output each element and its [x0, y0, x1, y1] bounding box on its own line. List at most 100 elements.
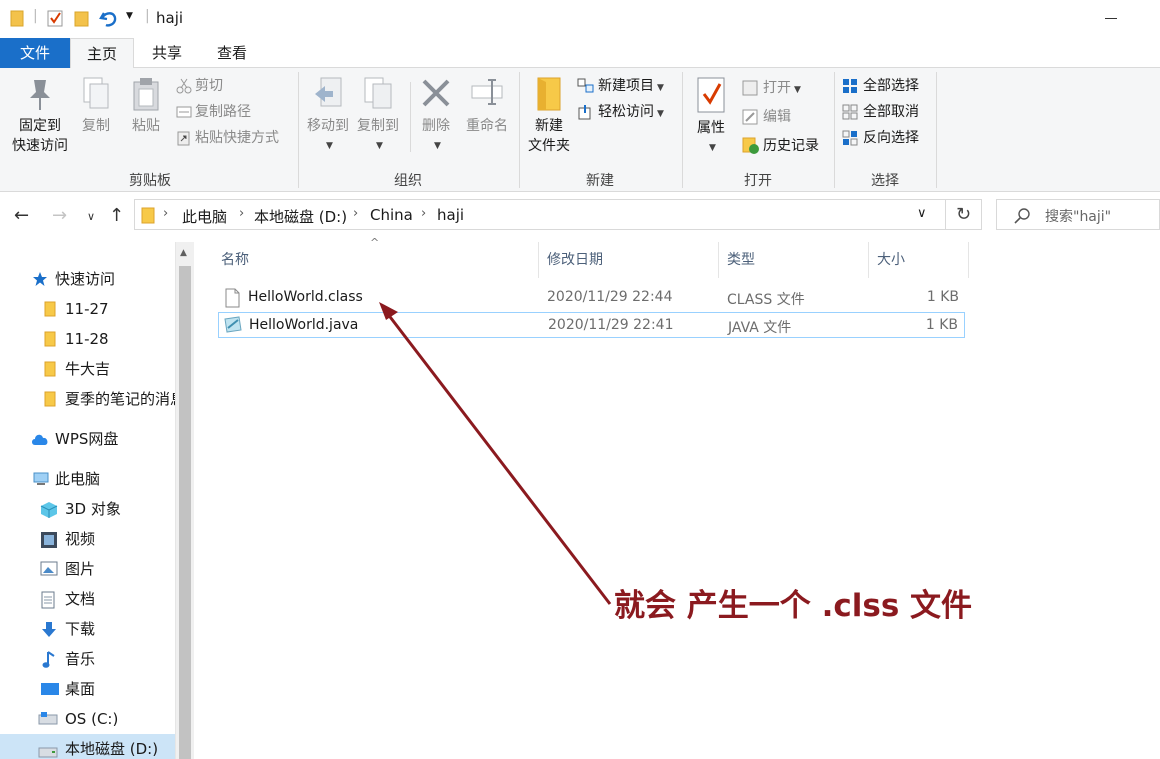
nav-label: 11-27 — [65, 300, 109, 318]
copy-icon — [83, 77, 109, 109]
folder-icon — [44, 331, 56, 347]
breadcrumb-this-pc[interactable]: 此电脑 — [182, 206, 227, 227]
organize-inner-divider — [410, 82, 411, 152]
nav-item-documents[interactable]: 文档 — [0, 584, 175, 614]
breadcrumb-separator-icon: › — [421, 206, 427, 221]
paste-button[interactable]: 粘贴 — [124, 76, 168, 136]
column-header-type[interactable]: 类型 — [719, 242, 869, 278]
nav-item-desktop[interactable]: 桌面 — [0, 674, 175, 704]
nav-label: 音乐 — [65, 650, 96, 668]
file-list: ^ 名称 修改日期 类型 大小 HelloWorld.class 2020/11… — [196, 236, 1160, 759]
breadcrumb-drive-d[interactable]: 本地磁盘 (D:) — [254, 206, 347, 227]
navigation-pane: 快速访问 11-27 11-28 牛大吉 夏季的笔记的消息 WPS网盘 此电脑 … — [0, 242, 194, 759]
paste-label: 粘贴 — [132, 118, 160, 134]
breadcrumb-separator-icon: › — [239, 206, 245, 221]
delete-chevron-icon: ▼ — [434, 141, 441, 151]
file-type: CLASS 文件 — [727, 292, 805, 308]
nav-item-pictures[interactable]: 图片 — [0, 554, 175, 584]
column-header-date[interactable]: 修改日期 — [539, 242, 719, 278]
tab-view[interactable]: 查看 — [200, 38, 264, 68]
undo-icon[interactable] — [98, 9, 120, 29]
properties-label: 属性 — [697, 120, 725, 136]
properties-button[interactable]: 属性 ▼ — [688, 76, 734, 158]
copy-path-button[interactable]: 复制路径 — [176, 101, 251, 123]
open-button[interactable]: 打开 ▼ — [742, 77, 801, 99]
column-header-name[interactable]: 名称 — [213, 242, 539, 278]
open-icon — [742, 80, 758, 96]
paste-clipboard-icon — [133, 78, 159, 111]
rename-icon — [471, 79, 503, 105]
properties-check-icon[interactable] — [46, 9, 64, 27]
nav-item-3d-objects[interactable]: 3D 对象 — [0, 494, 175, 524]
scrollbar-thumb[interactable] — [179, 266, 191, 759]
music-icon — [42, 651, 55, 668]
nav-item-folder[interactable]: 牛大吉 — [0, 354, 175, 384]
column-header-size[interactable]: 大小 — [869, 242, 969, 278]
minimize-button[interactable] — [1105, 18, 1117, 19]
new-item-button[interactable]: 新建项目 ▼ — [577, 75, 664, 97]
recent-locations-chevron-icon[interactable]: ∨ — [87, 210, 95, 223]
rename-button[interactable]: 重命名 — [462, 76, 512, 136]
pin-to-quick-access-button[interactable]: 固定到 快速访问 — [6, 76, 74, 156]
copy-button[interactable]: 复制 — [76, 76, 116, 136]
history-button[interactable]: 历史记录 — [742, 135, 819, 157]
address-bar[interactable]: › 此电脑 › 本地磁盘 (D:) › China › haji ∨ — [134, 199, 946, 230]
nav-label: 3D 对象 — [65, 500, 121, 518]
edit-icon — [742, 109, 758, 125]
address-history-chevron-icon[interactable]: ∨ — [917, 206, 927, 221]
easy-access-button[interactable]: 轻松访问 ▼ — [577, 101, 664, 123]
nav-label: 快速访问 — [55, 270, 116, 288]
ribbon-tabs: 文件 主页 共享 查看 — [0, 38, 1160, 69]
paste-shortcut-button[interactable]: 粘贴快捷方式 — [176, 127, 279, 149]
nav-item-quick-access[interactable]: 快速访问 — [0, 264, 175, 294]
refresh-button[interactable]: ↻ — [946, 199, 982, 230]
copy-path-label: 复制路径 — [195, 104, 251, 120]
qat-customize-chevron-icon[interactable]: ▼ — [126, 11, 133, 21]
new-folder-button[interactable]: 新建 文件夹 — [524, 76, 574, 156]
scroll-up-icon[interactable]: ▲ — [180, 248, 187, 258]
move-to-button[interactable]: 移动到 ▼ — [304, 76, 352, 156]
up-arrow-icon[interactable]: ↑ — [109, 205, 124, 226]
delete-label: 删除 — [422, 118, 450, 134]
nav-item-folder[interactable]: 11-27 — [0, 294, 175, 324]
delete-button[interactable]: 删除 ▼ — [416, 76, 456, 156]
window-title: haji — [156, 9, 184, 27]
nav-label: OS (C:) — [65, 710, 119, 728]
file-date: 2020/11/29 22:44 — [547, 289, 673, 305]
new-folder-qat-icon[interactable] — [74, 9, 90, 27]
folder-icon — [44, 391, 56, 407]
nav-item-wps-cloud[interactable]: WPS网盘 — [0, 424, 175, 454]
nav-item-videos[interactable]: 视频 — [0, 524, 175, 554]
nav-item-folder[interactable]: 夏季的笔记的消息 — [0, 384, 175, 414]
nav-item-folder[interactable]: 11-28 — [0, 324, 175, 354]
nav-item-this-pc[interactable]: 此电脑 — [0, 464, 175, 494]
nav-item-downloads[interactable]: 下载 — [0, 614, 175, 644]
file-row[interactable]: HelloWorld.java 2020/11/29 22:41 JAVA 文件… — [218, 312, 965, 338]
nav-item-music[interactable]: 音乐 — [0, 644, 175, 674]
nav-item-local-disk-d[interactable]: 本地磁盘 (D:) — [0, 734, 175, 759]
tab-share[interactable]: 共享 — [136, 38, 198, 68]
search-input[interactable]: 搜索"haji" — [996, 199, 1160, 230]
nav-item-os-c[interactable]: OS (C:) — [0, 704, 175, 734]
copy-to-button[interactable]: 复制到 ▼ — [354, 76, 402, 156]
forward-arrow-icon[interactable]: → — [52, 205, 67, 226]
cut-button[interactable]: 剪切 — [176, 75, 223, 97]
select-none-icon — [842, 104, 858, 120]
tab-file[interactable]: 文件 — [0, 38, 70, 68]
move-to-icon — [315, 77, 342, 107]
tab-home[interactable]: 主页 — [70, 38, 134, 69]
address-folder-icon — [141, 207, 155, 224]
select-none-button[interactable]: 全部取消 — [842, 101, 919, 123]
file-row[interactable]: HelloWorld.class 2020/11/29 22:44 CLASS … — [218, 285, 965, 311]
folder-icon[interactable] — [10, 9, 24, 27]
edit-button[interactable]: 编辑 — [742, 106, 791, 128]
breadcrumb-haji[interactable]: haji — [437, 206, 464, 224]
edit-label: 编辑 — [763, 109, 791, 125]
breadcrumb-china[interactable]: China — [370, 206, 413, 224]
group-divider — [936, 72, 937, 188]
select-all-button[interactable]: 全部选择 — [842, 75, 919, 97]
pin-icon — [30, 80, 50, 110]
nav-pane-scrollbar[interactable]: ▲ — [175, 242, 194, 759]
invert-selection-button[interactable]: 反向选择 — [842, 127, 919, 149]
back-arrow-icon[interactable]: ← — [14, 205, 29, 226]
